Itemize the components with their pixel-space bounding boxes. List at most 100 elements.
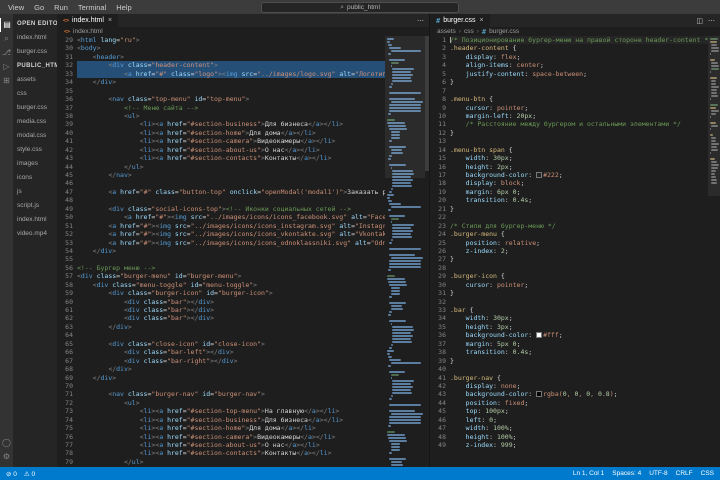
explorer-item[interactable]: OPEN EDITORS [13, 17, 57, 31]
line-number[interactable]: 10 [430, 112, 446, 120]
explorer-item[interactable]: script.js [13, 199, 57, 213]
code-line[interactable]: .burger-menu { [450, 230, 708, 238]
line-number[interactable]: 44 [430, 399, 446, 407]
line-number[interactable]: 49 [57, 205, 73, 213]
code-line[interactable]: <a href="#"><img src="../images/icons/ic… [77, 239, 385, 247]
code-line[interactable]: background-color: #fff; [450, 331, 708, 339]
line-number[interactable]: 75 [57, 424, 73, 432]
command-center-search[interactable]: ⌕ public_html [261, 2, 459, 13]
line-number[interactable]: 41 [430, 374, 446, 382]
line-number[interactable]: 66 [57, 348, 73, 356]
code-line[interactable]: <li><a href="#section-business">Для бизн… [77, 120, 385, 128]
run-debug-icon[interactable]: ▷ [0, 60, 13, 74]
line-number[interactable]: 37 [430, 340, 446, 348]
code-line[interactable]: margin: 6px 0; [450, 188, 708, 196]
code-line[interactable]: <li><a href="#section-contacts">Контакты… [77, 154, 385, 162]
explorer-item[interactable]: burger.css [13, 45, 57, 59]
line-number[interactable]: 52 [57, 230, 73, 238]
tab-burger-css[interactable]: # burger.css × [430, 14, 490, 27]
line-number[interactable]: 8 [430, 95, 446, 103]
line-number[interactable]: 70 [57, 382, 73, 390]
code-line[interactable]: </div> [77, 365, 385, 373]
status-item[interactable]: CSS [701, 470, 714, 477]
line-number[interactable]: 2 [430, 44, 446, 52]
code-line[interactable]: transition: 0.4s; [450, 348, 708, 356]
menu-go[interactable]: Go [29, 3, 49, 12]
line-number[interactable]: 71 [57, 390, 73, 398]
line-number[interactable]: 42 [430, 382, 446, 390]
line-number[interactable]: 9 [430, 104, 446, 112]
line-number[interactable]: 69 [57, 374, 73, 382]
close-tab-icon[interactable]: × [108, 17, 112, 24]
code-line[interactable]: position: relative; [450, 239, 708, 247]
line-number[interactable]: 1 [430, 36, 446, 44]
code-line[interactable]: <!-- Меню сайта --> [77, 104, 385, 112]
code-line[interactable]: <body> [77, 44, 385, 52]
breadcrumb-item[interactable]: index.html [73, 28, 103, 35]
code-line[interactable]: <a href="#"><img src="../images/icons/ic… [77, 213, 385, 221]
explorer-item[interactable]: modal.css [13, 129, 57, 143]
line-number[interactable]: 31 [57, 53, 73, 61]
code-line[interactable]: </div> [77, 323, 385, 331]
code-line[interactable]: position: fixed; [450, 399, 708, 407]
code-line[interactable]: <div class="burger-menu" id="burger-menu… [77, 272, 385, 280]
code-line[interactable]: } [450, 205, 708, 213]
code-line[interactable]: height: 2px; [450, 163, 708, 171]
code-line[interactable]: display: block; [450, 179, 708, 187]
code-line[interactable] [450, 213, 708, 221]
line-number[interactable]: 33 [430, 306, 446, 314]
line-number[interactable]: 49 [430, 441, 446, 449]
line-number[interactable]: 25 [430, 239, 446, 247]
line-number[interactable]: 35 [57, 87, 73, 95]
line-number[interactable]: 4 [430, 61, 446, 69]
line-number[interactable]: 55 [57, 255, 73, 263]
explorer-item[interactable]: burger.css [13, 101, 57, 115]
code-line[interactable]: .burger-nav { [450, 374, 708, 382]
line-number[interactable]: 40 [57, 129, 73, 137]
code-line[interactable] [450, 365, 708, 373]
line-number[interactable]: 14 [430, 146, 446, 154]
line-number[interactable]: 28 [430, 264, 446, 272]
line-number[interactable]: 79 [57, 458, 73, 466]
line-number[interactable]: 11 [430, 120, 446, 128]
code-line[interactable]: margin-left: 20px; [450, 112, 708, 120]
code-line[interactable] [77, 196, 385, 204]
line-number[interactable]: 7 [430, 87, 446, 95]
more-actions-icon[interactable]: ⋯ [417, 17, 424, 25]
line-number[interactable]: 32 [57, 61, 73, 69]
code-line[interactable]: align-items: center; [450, 61, 708, 69]
status-item[interactable]: CRLF [676, 470, 693, 477]
search-icon[interactable]: ⌕ [0, 32, 13, 46]
code-line[interactable]: display: none; [450, 382, 708, 390]
line-number[interactable]: 43 [430, 390, 446, 398]
line-number[interactable]: 53 [57, 239, 73, 247]
line-number[interactable]: 16 [430, 163, 446, 171]
status-item[interactable]: ⚠ 0 [24, 470, 35, 478]
code-line[interactable]: </div> [77, 78, 385, 86]
code-line[interactable]: <ul> [77, 399, 385, 407]
line-number[interactable]: 77 [57, 441, 73, 449]
line-number[interactable]: 57 [57, 272, 73, 280]
code-line[interactable]: <nav class="top-menu" id="top-menu"> [77, 95, 385, 103]
code-line[interactable]: width: 30px; [450, 314, 708, 322]
line-number[interactable]: 26 [430, 247, 446, 255]
minimap-left[interactable] [385, 36, 425, 467]
code-area-left[interactable]: <html lang="ru"> <body> <header> <div cla… [77, 36, 385, 467]
code-line[interactable] [450, 87, 708, 95]
line-number[interactable]: 30 [430, 281, 446, 289]
line-number[interactable]: 58 [57, 281, 73, 289]
status-item[interactable]: UTF-8 [649, 470, 667, 477]
code-line[interactable] [77, 179, 385, 187]
account-icon[interactable]: ◯ [0, 436, 13, 450]
explorer-item[interactable]: PUBLIC_HTML [13, 59, 57, 73]
code-line[interactable]: width: 30px; [450, 154, 708, 162]
line-number[interactable]: 61 [57, 306, 73, 314]
line-number[interactable]: 44 [57, 163, 73, 171]
code-line[interactable]: <a href="#"><img src="../images/icons/ic… [77, 222, 385, 230]
code-line[interactable]: </div> [77, 374, 385, 382]
line-number[interactable]: 31 [430, 289, 446, 297]
line-number[interactable]: 27 [430, 255, 446, 263]
line-number[interactable]: 38 [57, 112, 73, 120]
line-number[interactable]: 29 [57, 36, 73, 44]
explorer-item[interactable]: css [13, 87, 57, 101]
